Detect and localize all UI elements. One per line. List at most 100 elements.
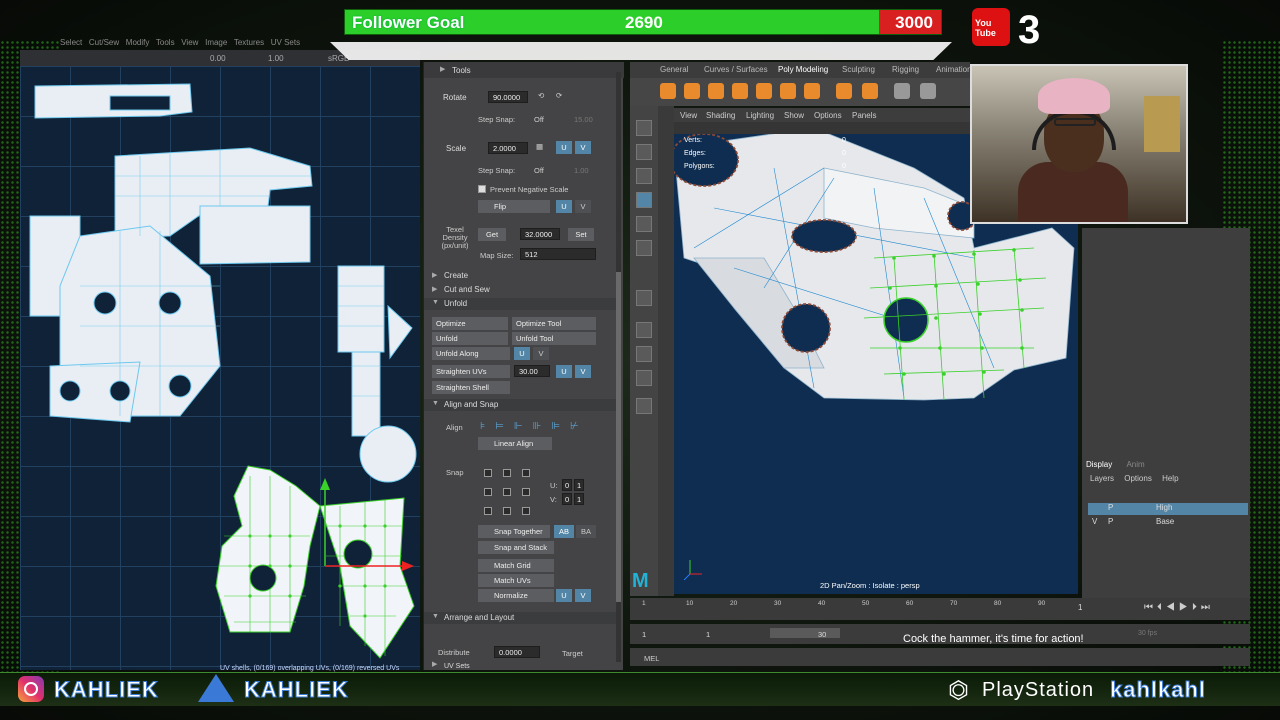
bevel-icon[interactable]	[862, 83, 878, 99]
time-slider[interactable]: 1 10 20 30 40 50 60 70 80 90	[630, 598, 1084, 620]
rotate-cw-icon[interactable]: ⟳	[556, 91, 562, 100]
step-snap-value[interactable]: Off	[534, 115, 544, 124]
snap-grid-cell[interactable]	[484, 507, 492, 515]
snap-grid-cell[interactable]	[503, 507, 511, 515]
shelf-tab-rigging[interactable]: Rigging	[892, 65, 919, 74]
poly-sphere-icon[interactable]	[660, 83, 676, 99]
snap-grid-cell[interactable]	[522, 488, 530, 496]
lasso-tool-icon[interactable]	[636, 144, 652, 160]
map-size-field[interactable]: 512	[520, 248, 596, 260]
scale-tool-icon[interactable]	[636, 240, 652, 256]
two-pane-icon[interactable]	[636, 370, 652, 386]
uv-zoom-value[interactable]: 0.00	[210, 54, 226, 63]
texel-density-field[interactable]: 32.0000	[520, 228, 560, 240]
layer-menu-help[interactable]: Help	[1162, 474, 1178, 483]
range-start2[interactable]: 1	[706, 630, 710, 639]
poly-plane-icon[interactable]	[780, 83, 796, 99]
single-pane-icon[interactable]	[636, 322, 652, 338]
step-snap2-value[interactable]: Off	[534, 166, 544, 175]
playback-buttons-icon[interactable]: ⏮⏴◀▶⏵⏭	[1144, 602, 1214, 613]
rotate-tool-icon[interactable]	[636, 216, 652, 232]
layer-menu-options[interactable]: Options	[1124, 474, 1152, 483]
texel-set-button[interactable]: Set	[568, 228, 594, 241]
snap-grid-cell[interactable]	[522, 507, 530, 515]
layer-menu-layers[interactable]: Layers	[1090, 474, 1114, 483]
vp-menu-lighting[interactable]: Lighting	[746, 111, 774, 120]
collapse-arrow-icon[interactable]: ▶	[440, 65, 445, 73]
range-end[interactable]: 30	[818, 630, 826, 639]
viewport-toolbar[interactable]	[674, 122, 974, 134]
snap-grid-cell[interactable]	[503, 488, 511, 496]
range-start[interactable]: 1	[642, 630, 646, 639]
unfold-along-button[interactable]: Unfold Along	[432, 347, 510, 360]
flip-button[interactable]: Flip	[478, 200, 550, 213]
section-align-and-snap[interactable]: ▼ Align and Snap	[424, 399, 616, 411]
snap-u-min[interactable]: 0	[562, 479, 572, 491]
layer-name-high[interactable]: High	[1156, 503, 1172, 512]
unfold-tool-button[interactable]: Unfold Tool	[512, 332, 596, 345]
vp-menu-panels[interactable]: Panels	[852, 111, 876, 120]
outliner-icon[interactable]	[636, 398, 652, 414]
unfold-button[interactable]: Unfold	[432, 332, 508, 345]
snap-grid-cell[interactable]	[503, 469, 511, 477]
match-grid-button[interactable]: Match Grid	[478, 559, 554, 572]
straighten-uvs-button[interactable]: Straighten UVs	[432, 365, 510, 378]
command-line[interactable]	[630, 648, 1250, 666]
paint-select-icon[interactable]	[636, 168, 652, 184]
flip-u-button[interactable]: U	[556, 200, 572, 213]
snap-u-max[interactable]: 1	[574, 479, 584, 491]
poly-torus-icon[interactable]	[756, 83, 772, 99]
shelf-tab-general[interactable]: General	[660, 65, 688, 74]
snap-ba-button[interactable]: BA	[576, 525, 596, 538]
linear-align-button[interactable]: Linear Align	[478, 437, 552, 450]
flip-v-button[interactable]: V	[575, 200, 591, 213]
align-icons[interactable]: ⊧⊨⊩⊪⊫⊬	[480, 421, 589, 432]
tab-display[interactable]: Display	[1086, 460, 1112, 469]
normalize-v-button[interactable]: V	[575, 589, 591, 602]
select-tool-icon[interactable]	[636, 120, 652, 136]
poly-cube-icon[interactable]	[684, 83, 700, 99]
layer-row[interactable]: V P Base	[1088, 517, 1248, 529]
vp-menu-shading[interactable]: Shading	[706, 111, 735, 120]
panel-scrollbar-thumb[interactable]	[616, 272, 621, 602]
optimize-tool-button[interactable]: Optimize Tool	[512, 317, 596, 330]
snap-ab-button[interactable]: AB	[554, 525, 574, 538]
snap-grid-cell[interactable]	[522, 469, 530, 477]
straighten-v-button[interactable]: V	[575, 365, 591, 378]
straighten-shell-button[interactable]: Straighten Shell	[432, 381, 510, 394]
uv-gamma-value[interactable]: 1.00	[268, 54, 284, 63]
rotate-field[interactable]: 90.0000	[488, 91, 528, 103]
snap-and-stack-button[interactable]: Snap and Stack	[478, 541, 554, 554]
move-tool-icon[interactable]	[636, 192, 652, 208]
section-unfold[interactable]: ▼ Unfold	[424, 298, 616, 310]
layout-icon[interactable]	[636, 290, 652, 306]
tab-anim[interactable]: Anim	[1126, 460, 1144, 469]
normalize-u-button[interactable]: U	[556, 589, 572, 602]
target-label[interactable]: Target	[562, 649, 583, 658]
scale-field[interactable]: 2.0000	[488, 142, 528, 154]
shelf-tab-curves[interactable]: Curves / Surfaces	[704, 65, 768, 74]
snap-together-button[interactable]: Snap Together	[478, 525, 550, 538]
straighten-angle-field[interactable]: 30.00	[514, 365, 550, 377]
bridge-icon[interactable]	[894, 83, 910, 99]
snap-v-min[interactable]: 0	[562, 493, 572, 505]
match-uvs-button[interactable]: Match UVs	[478, 574, 554, 587]
scale-u-button[interactable]: U	[556, 141, 572, 154]
vp-menu-show[interactable]: Show	[784, 111, 804, 120]
unfold-along-u-button[interactable]: U	[514, 347, 530, 360]
outliner-side-tab[interactable]	[658, 106, 674, 596]
distribute-field[interactable]: 0.0000	[494, 646, 540, 658]
section-uv-sets[interactable]: ▶ UV Sets	[424, 660, 616, 670]
vp-menu-view[interactable]: View	[680, 111, 697, 120]
rotate-ccw-icon[interactable]: ⟲	[538, 91, 544, 100]
unfold-along-v-button[interactable]: V	[533, 347, 549, 360]
uv-editor-canvas[interactable]	[20, 66, 420, 670]
shelf-tab-animation[interactable]: Animation	[936, 65, 972, 74]
normalize-button[interactable]: Normalize	[478, 589, 554, 602]
range-handle[interactable]	[770, 628, 840, 638]
fps-label[interactable]: 30 fps	[1138, 630, 1157, 637]
straighten-u-button[interactable]: U	[556, 365, 572, 378]
scale-icon[interactable]: ▦	[536, 142, 543, 151]
poly-cylinder-icon[interactable]	[708, 83, 724, 99]
section-arrange-and-layout[interactable]: ▼ Arrange and Layout	[424, 612, 616, 624]
